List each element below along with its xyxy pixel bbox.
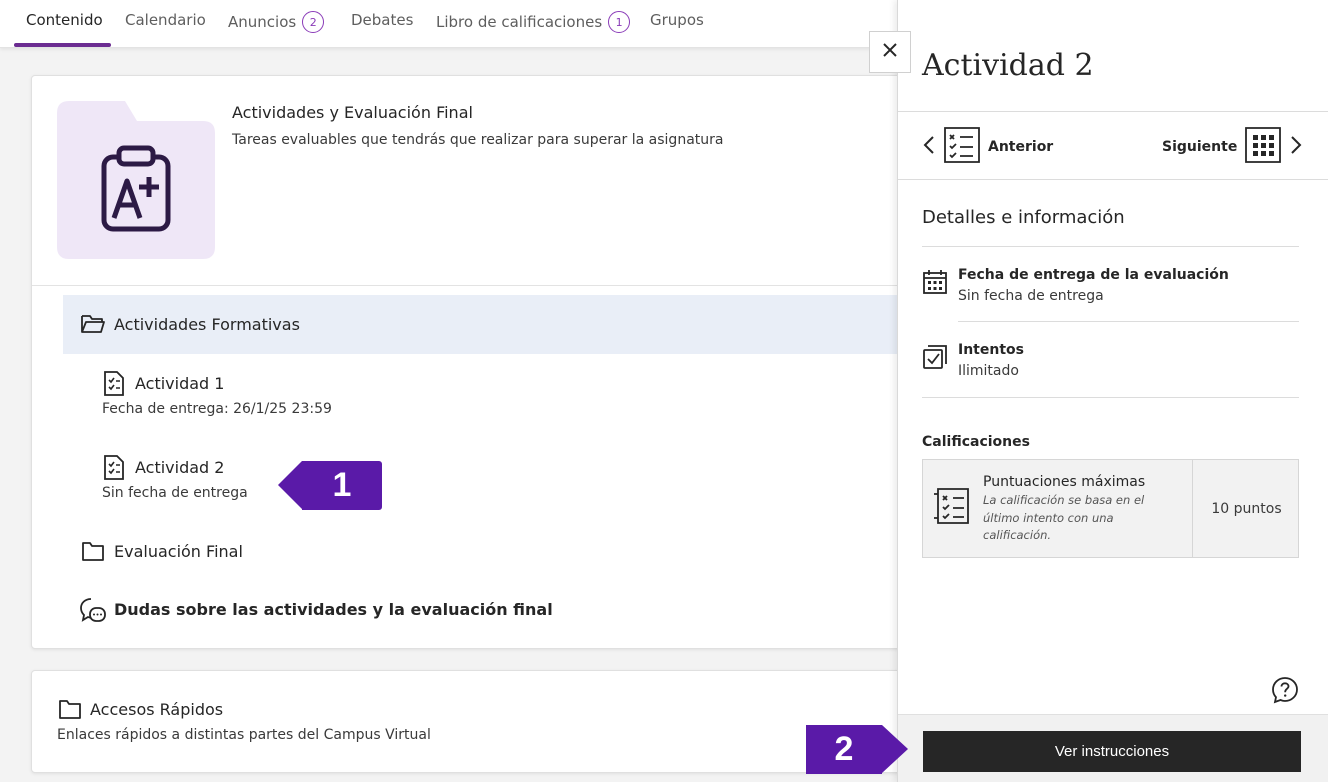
assignment-icon	[103, 455, 125, 484]
folder-actividades-formativas[interactable]: Actividades Formativas	[63, 295, 912, 354]
grades-table: Puntuaciones máximas La calificación se …	[922, 459, 1299, 558]
divider	[898, 179, 1328, 180]
tab-contenido[interactable]: Contenido	[26, 11, 103, 29]
close-icon	[882, 42, 898, 62]
module-card: Actividades y Evaluación Final Tareas ev…	[31, 75, 912, 649]
details-panel: Actividad 2 Anterior Siguiente Detalles …	[897, 0, 1328, 782]
panel-title: Actividad 2	[922, 48, 1094, 83]
callout-marker-1: 1	[278, 461, 382, 510]
attempts-icon	[922, 344, 948, 374]
tab-libro-calificaciones[interactable]: Libro de calificaciones 1	[436, 11, 631, 33]
divider	[32, 285, 910, 286]
discussion-dudas[interactable]: Dudas sobre las actividades y la evaluac…	[114, 600, 553, 619]
tab-debates[interactable]: Debates	[351, 11, 413, 29]
due-date-title: Fecha de entrega de la evaluación	[958, 267, 1229, 283]
quick-access-card: Accesos Rápidos Enlaces rápidos a distin…	[31, 670, 911, 773]
clipboard-grade-icon	[57, 101, 215, 261]
due-date-text: Fecha de entrega: 26/1/25 23:59	[102, 401, 332, 417]
divider	[922, 397, 1299, 398]
divider	[898, 111, 1328, 112]
quick-access-title[interactable]: Accesos Rápidos	[90, 700, 223, 719]
folder-icon	[81, 540, 105, 566]
view-instructions-button[interactable]: Ver instrucciones	[923, 731, 1301, 772]
active-tab-indicator	[14, 43, 111, 47]
tab-grupos[interactable]: Grupos	[650, 11, 704, 29]
previous-button[interactable]: Anterior	[922, 125, 1053, 169]
due-date-text: Sin fecha de entrega	[102, 485, 248, 501]
tab-anuncios[interactable]: Anuncios 2	[228, 11, 325, 33]
panel-footer: Ver instrucciones	[898, 714, 1328, 782]
folder-icon	[58, 698, 82, 724]
course-tabs: Contenido Calendario Anuncios 2 Debates …	[0, 0, 897, 48]
discussion-icon	[79, 596, 107, 628]
quick-access-description: Enlaces rápidos a distintas partes del C…	[57, 727, 431, 743]
chevron-right-icon	[1289, 135, 1303, 159]
folder-label: Actividades Formativas	[114, 315, 300, 334]
grades-name: Puntuaciones máximas	[983, 474, 1146, 490]
calendar-icon	[922, 269, 948, 299]
divider	[958, 321, 1299, 322]
section-title: Detalles e información	[922, 207, 1125, 228]
close-panel-button[interactable]	[869, 31, 911, 73]
item-actividad-1[interactable]: Actividad 1	[135, 374, 224, 393]
notification-badge: 1	[608, 11, 631, 33]
notification-badge: 2	[302, 11, 325, 33]
callout-marker-2: 2	[806, 725, 908, 774]
folder-evaluacion-final[interactable]: Evaluación Final	[114, 542, 243, 561]
grid-list-icon	[1243, 125, 1283, 169]
grades-note: La calificación se basa en el último int…	[983, 493, 1145, 542]
folder-open-icon	[80, 313, 106, 339]
next-button[interactable]: Siguiente	[1162, 125, 1303, 169]
due-date-value: Sin fecha de entrega	[958, 288, 1104, 304]
divider	[922, 246, 1299, 247]
item-actividad-2[interactable]: Actividad 2	[135, 458, 224, 477]
module-description: Tareas evaluables que tendrás que realiz…	[232, 132, 724, 148]
assignment-icon	[103, 371, 125, 400]
assignment-list-icon	[942, 125, 982, 169]
attempts-title: Intentos	[958, 342, 1024, 358]
rubric-icon	[933, 486, 973, 530]
tab-calendario[interactable]: Calendario	[125, 11, 206, 29]
help-icon[interactable]	[1271, 676, 1299, 704]
attempts-value: Ilimitado	[958, 363, 1019, 379]
chevron-left-icon	[922, 135, 936, 159]
module-title[interactable]: Actividades y Evaluación Final	[232, 103, 473, 122]
grades-heading: Calificaciones	[922, 434, 1030, 450]
grades-max-points: 10 puntos	[1211, 500, 1282, 517]
